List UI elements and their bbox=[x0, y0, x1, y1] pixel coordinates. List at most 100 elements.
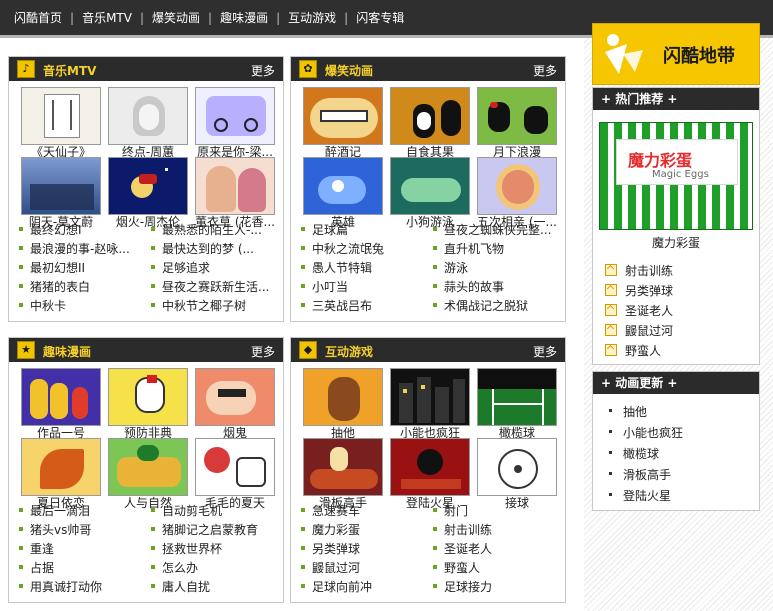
thumb-item[interactable]: 作品一号 bbox=[21, 368, 103, 441]
list-item[interactable]: 蒜头的故事 bbox=[433, 278, 504, 295]
list-item[interactable]: 术偶战记之脱狱 bbox=[433, 297, 528, 314]
list-item[interactable]: 昼夜之赛跃新生活... bbox=[151, 278, 269, 295]
thumb-item[interactable]: 滑板高手 bbox=[303, 438, 385, 511]
thumb-item[interactable]: 月下浪漫 bbox=[477, 87, 559, 160]
list-item[interactable]: 中秋之流氓兔 bbox=[301, 240, 384, 257]
list-item[interactable]: 鼹鼠过河 bbox=[301, 559, 360, 576]
list-item[interactable]: 魔力彩蛋 bbox=[301, 521, 360, 538]
list-item[interactable]: 庸人自扰 bbox=[151, 578, 210, 595]
thumb-item[interactable]: 董衣草 (花香... bbox=[195, 157, 277, 230]
site-logo[interactable]: 闪酷地带 bbox=[592, 23, 760, 85]
list-item[interactable]: 最浪漫的事-赵咏... bbox=[19, 240, 130, 257]
list-item[interactable]: 最后一滴泪 bbox=[19, 502, 90, 519]
list-item[interactable]: 另类弹球 bbox=[301, 540, 360, 557]
thumb-item[interactable]: 《天仙子》 bbox=[21, 87, 103, 160]
list-item[interactable]: 射门 bbox=[433, 502, 468, 519]
list-item[interactable]: 自动剪毛机 bbox=[151, 502, 222, 519]
featured-image[interactable]: 魔力彩蛋 Magic Eggs bbox=[599, 122, 753, 230]
list-item[interactable]: 足球篇 bbox=[301, 221, 348, 238]
thumbnail-image bbox=[303, 87, 383, 145]
nav-comics[interactable]: 趣味漫画 bbox=[218, 9, 270, 26]
link-list: 急速赛车 射门 魔力彩蛋 射击训练 另类弹球 圣诞老人 鼹鼠过河 野蛮人 足球向… bbox=[291, 502, 565, 602]
list-item[interactable]: 猪脚记之启蒙教育 bbox=[151, 521, 258, 538]
thumbnail-image bbox=[390, 87, 470, 145]
more-link[interactable]: 更多 bbox=[251, 62, 275, 79]
list-item[interactable]: 重逢 bbox=[19, 540, 54, 557]
list-item[interactable]: 最快达到的梦 (... bbox=[151, 240, 254, 257]
thumb-item[interactable]: 接球 bbox=[477, 438, 559, 511]
list-item[interactable]: 用真诚打动你 bbox=[19, 578, 102, 595]
nav-albums[interactable]: 闪客专辑 bbox=[354, 9, 406, 26]
thumb-item[interactable]: 终点-周蕙 bbox=[108, 87, 190, 160]
more-link[interactable]: 更多 bbox=[533, 62, 557, 79]
thumbnail-image bbox=[195, 87, 275, 145]
list-item[interactable]: 占据 bbox=[19, 559, 54, 576]
panel-header: ♪ 音乐MTV 更多 bbox=[9, 57, 283, 81]
hot-item[interactable]: 鼹鼠过河 bbox=[605, 322, 673, 339]
list-item[interactable]: 怎么办 bbox=[151, 559, 198, 576]
list-item[interactable]: 最初幻想II bbox=[19, 259, 85, 276]
thumb-item[interactable]: 自食其果 bbox=[390, 87, 472, 160]
update-item[interactable]: 滑板高手 bbox=[605, 466, 671, 483]
list-item[interactable]: 中秋节之椰子树 bbox=[151, 297, 246, 314]
list-item[interactable]: 愚人节特辑 bbox=[301, 259, 372, 276]
list-item[interactable]: 最熟悉的陌生人-... bbox=[151, 221, 262, 238]
thumb-item[interactable]: 预防非典 bbox=[108, 368, 190, 441]
thumb-item[interactable]: 小狗游泳 bbox=[390, 157, 472, 230]
nav-games[interactable]: 互动游戏 bbox=[286, 9, 338, 26]
thumb-item[interactable]: 夏日依恋 bbox=[21, 438, 103, 511]
nav-separator: | bbox=[276, 10, 281, 25]
thumb-item[interactable]: 五次相亲 (一... bbox=[477, 157, 559, 230]
thumb-item[interactable]: 小能也疯狂 bbox=[390, 368, 472, 441]
thumb-item[interactable]: 烟鬼 bbox=[195, 368, 277, 441]
thumbnail-image bbox=[477, 368, 557, 426]
nav-separator: | bbox=[70, 10, 75, 25]
list-item[interactable]: 射击训练 bbox=[433, 521, 492, 538]
hot-item[interactable]: 圣诞老人 bbox=[605, 302, 673, 319]
thumbnail-image bbox=[303, 368, 383, 426]
thumb-item[interactable]: 橄榄球 bbox=[477, 368, 559, 441]
list-item[interactable]: 游泳 bbox=[433, 259, 468, 276]
list-item[interactable]: 猪猪的表白 bbox=[19, 278, 90, 295]
list-item[interactable]: 昼夜之蜘蛛侠完整... bbox=[433, 221, 551, 238]
list-item[interactable]: 拯救世界杯 bbox=[151, 540, 222, 557]
thumb-item[interactable]: 醉酒记 bbox=[303, 87, 385, 160]
thumb-item[interactable]: 抽他 bbox=[303, 368, 385, 441]
nav-home[interactable]: 闪酷首页 bbox=[12, 9, 64, 26]
update-item[interactable]: 抽他 bbox=[605, 403, 647, 420]
list-item[interactable]: 中秋卡 bbox=[19, 297, 66, 314]
thumbnail-image bbox=[477, 157, 557, 215]
thumb-item[interactable]: 原来是你-梁... bbox=[195, 87, 277, 160]
thumbnail-image bbox=[390, 438, 470, 496]
list-item[interactable]: 猪头vs帅哥 bbox=[19, 521, 91, 538]
list-item[interactable]: 最终幻想I bbox=[19, 221, 82, 238]
list-item[interactable]: 小叮当 bbox=[301, 278, 348, 295]
update-item[interactable]: 橄榄球 bbox=[605, 445, 659, 462]
list-item[interactable]: 圣诞老人 bbox=[433, 540, 492, 557]
thumb-item[interactable]: 毛毛的夏天 bbox=[195, 438, 277, 511]
thumb-item[interactable]: 登陆火星 bbox=[390, 438, 472, 511]
thumb-item[interactable]: 阴天-莫文蔚 bbox=[21, 157, 103, 230]
nav-funny-animation[interactable]: 爆笑动画 bbox=[150, 9, 202, 26]
thumbnail-image bbox=[195, 438, 275, 496]
list-item[interactable]: 足球接力 bbox=[433, 578, 492, 595]
thumb-item[interactable]: 英雄 bbox=[303, 157, 385, 230]
thumb-item[interactable]: 人与自然 bbox=[108, 438, 190, 511]
nav-music-mtv[interactable]: 音乐MTV bbox=[80, 9, 134, 26]
thumb-item[interactable]: 烟火-周杰伦 bbox=[108, 157, 190, 230]
hot-item[interactable]: 另类弹球 bbox=[605, 282, 673, 299]
more-link[interactable]: 更多 bbox=[251, 343, 275, 360]
list-item[interactable]: 三英战吕布 bbox=[301, 297, 372, 314]
more-link[interactable]: 更多 bbox=[533, 343, 557, 360]
hot-item[interactable]: 射击训练 bbox=[605, 262, 673, 279]
update-item[interactable]: 小能也疯狂 bbox=[605, 424, 683, 441]
hot-item[interactable]: 野蛮人 bbox=[605, 342, 661, 359]
update-item[interactable]: 登陆火星 bbox=[605, 487, 671, 504]
list-item[interactable]: 足球向前冲 bbox=[301, 578, 372, 595]
list-item[interactable]: 野蛮人 bbox=[433, 559, 480, 576]
list-item[interactable]: 直升机飞物 bbox=[433, 240, 504, 257]
list-item[interactable]: 足够追求 bbox=[151, 259, 210, 276]
list-item[interactable]: 急速赛车 bbox=[301, 502, 360, 519]
thumbnail-image bbox=[108, 157, 188, 215]
link-list: 最后一滴泪 自动剪毛机 猪头vs帅哥 猪脚记之启蒙教育 重逢 拯救世界杯 占据 … bbox=[9, 502, 283, 602]
